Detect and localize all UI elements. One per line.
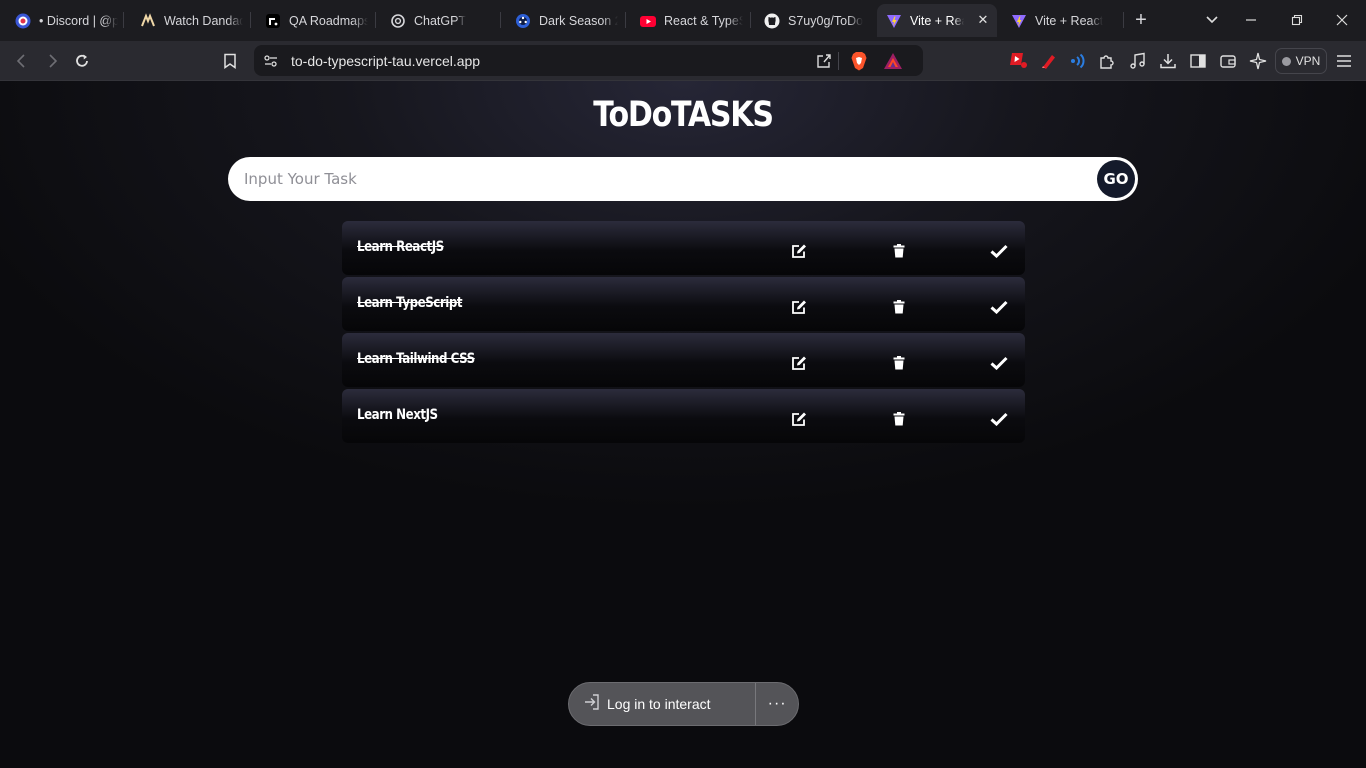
check-icon[interactable] xyxy=(990,354,1008,372)
task-text: Learn TypeScript xyxy=(357,295,463,311)
extensions-puzzle-icon[interactable] xyxy=(1097,51,1117,71)
address-bar[interactable]: to-do-typescript-tau.vercel.app xyxy=(254,45,923,76)
task-input[interactable] xyxy=(244,157,1084,201)
brave-shields-icon[interactable] xyxy=(850,51,868,76)
share-icon[interactable] xyxy=(815,52,833,75)
login-label: Log in to interact xyxy=(607,696,711,712)
check-icon[interactable] xyxy=(990,298,1008,316)
trash-icon[interactable] xyxy=(890,242,908,260)
tab-title: Vite + Rea xyxy=(910,13,964,28)
omnibox-divider xyxy=(838,52,839,70)
task-text: Learn Tailwind CSS xyxy=(357,351,475,367)
task-item: Learn Tailwind CSS xyxy=(342,333,1025,387)
task-list: Learn ReactJS Learn TypeScript Learn Tai… xyxy=(342,221,1025,445)
sidebar-toggle-icon[interactable] xyxy=(1188,51,1208,71)
tab-separator xyxy=(1123,12,1124,28)
film-icon xyxy=(515,13,531,29)
close-tab-icon[interactable]: ✕ xyxy=(975,12,991,28)
forward-icon[interactable] xyxy=(40,49,64,73)
tab-separator xyxy=(750,12,751,28)
vpn-label: VPN xyxy=(1295,54,1321,68)
tab-separator xyxy=(375,12,376,28)
youtube-extension-icon[interactable] xyxy=(1008,51,1028,71)
site-settings-icon[interactable] xyxy=(263,53,279,74)
browser-toolbar: to-do-typescript-tau.vercel.app VPN xyxy=(0,41,1366,81)
edit-icon[interactable] xyxy=(790,298,808,316)
close-window-icon[interactable] xyxy=(1330,10,1354,30)
tab-title: QA Roadmaps xyxy=(289,13,368,28)
edit-icon[interactable] xyxy=(790,410,808,428)
tab-search-chevron-icon[interactable] xyxy=(1203,10,1221,30)
menu-hamburger-icon[interactable] xyxy=(1334,51,1354,71)
tab-strip: • Discord | @p Watch Dandad QA Roadmaps … xyxy=(0,0,1366,41)
task-text: Learn NextJS xyxy=(357,407,438,423)
tab-title: React & TypeS xyxy=(664,13,743,28)
tab-vite-react[interactable]: Vite + React xyxy=(1002,6,1120,35)
restore-icon[interactable] xyxy=(1285,10,1309,30)
vpn-status-dot xyxy=(1281,56,1291,66)
tab-separator xyxy=(123,12,124,28)
task-item: Learn NextJS xyxy=(342,389,1025,443)
tab-react-typescript-video[interactable]: React & TypeS xyxy=(631,6,743,35)
task-form: GO xyxy=(228,157,1138,201)
tab-discord[interactable]: • Discord | @p xyxy=(6,6,118,35)
roadmap-icon xyxy=(265,13,281,29)
back-icon[interactable] xyxy=(10,49,34,73)
tab-title: ChatGPT xyxy=(414,13,467,28)
vpn-button[interactable]: VPN xyxy=(1275,48,1327,74)
discord-icon xyxy=(15,13,31,29)
tab-qa-roadmaps[interactable]: QA Roadmaps xyxy=(256,6,368,35)
tab-separator xyxy=(250,12,251,28)
tab-title: Vite + React xyxy=(1035,13,1104,28)
tab-separator xyxy=(500,12,501,28)
check-icon[interactable] xyxy=(990,242,1008,260)
page-viewport: ToDoTASKS GO Learn ReactJS Learn TypeScr… xyxy=(0,81,1366,768)
bookmark-icon[interactable] xyxy=(218,49,242,73)
task-item: Learn ReactJS xyxy=(342,221,1025,275)
url-text: to-do-typescript-tau.vercel.app xyxy=(291,53,481,69)
leo-ai-sparkle-icon[interactable] xyxy=(1248,51,1268,71)
minimize-icon[interactable] xyxy=(1239,10,1263,30)
tab-separator xyxy=(625,12,626,28)
task-text: Learn ReactJS xyxy=(357,239,444,255)
login-button[interactable]: Log in to interact xyxy=(569,683,757,725)
crunchyroll-icon xyxy=(140,12,156,29)
tab-title: Dark Season 2 xyxy=(539,13,618,28)
trash-icon[interactable] xyxy=(890,298,908,316)
task-item: Learn TypeScript xyxy=(342,277,1025,331)
tab-title: • Discord | @p xyxy=(39,13,118,28)
speech-extension-icon[interactable] xyxy=(1068,51,1088,71)
youtube-icon xyxy=(640,13,656,29)
brave-rewards-icon[interactable] xyxy=(883,52,903,75)
chatgpt-icon xyxy=(390,13,406,29)
reload-icon[interactable] xyxy=(70,49,94,73)
tab-watch-dandadan[interactable]: Watch Dandad xyxy=(131,6,243,35)
go-button[interactable]: GO xyxy=(1097,160,1135,198)
edit-icon[interactable] xyxy=(790,354,808,372)
media-music-icon[interactable] xyxy=(1128,51,1148,71)
wallet-icon[interactable] xyxy=(1218,51,1238,71)
tab-github-repo[interactable]: S7uy0g/ToDo xyxy=(755,6,870,35)
login-arrow-icon xyxy=(583,693,601,716)
more-options-button[interactable]: ··· xyxy=(756,695,798,713)
new-tab-button[interactable]: + xyxy=(1131,10,1151,30)
tab-title: Watch Dandad xyxy=(164,13,243,28)
github-icon xyxy=(764,13,780,29)
tab-chatgpt[interactable]: ChatGPT xyxy=(381,6,493,35)
app-title: ToDoTASKS xyxy=(593,95,774,135)
highlighter-extension-icon[interactable] xyxy=(1038,51,1058,71)
trash-icon[interactable] xyxy=(890,354,908,372)
tab-dark-season-2[interactable]: Dark Season 2 xyxy=(506,6,618,35)
tab-vite-react-active[interactable]: Vite + Rea ✕ xyxy=(877,4,997,37)
vite-icon xyxy=(886,13,902,29)
tab-title: S7uy0g/ToDo xyxy=(788,13,864,28)
edit-icon[interactable] xyxy=(790,242,808,260)
vite-icon xyxy=(1011,13,1027,29)
check-icon[interactable] xyxy=(990,410,1008,428)
login-prompt-pill: Log in to interact ··· xyxy=(568,682,799,726)
download-icon[interactable] xyxy=(1158,51,1178,71)
trash-icon[interactable] xyxy=(890,410,908,428)
